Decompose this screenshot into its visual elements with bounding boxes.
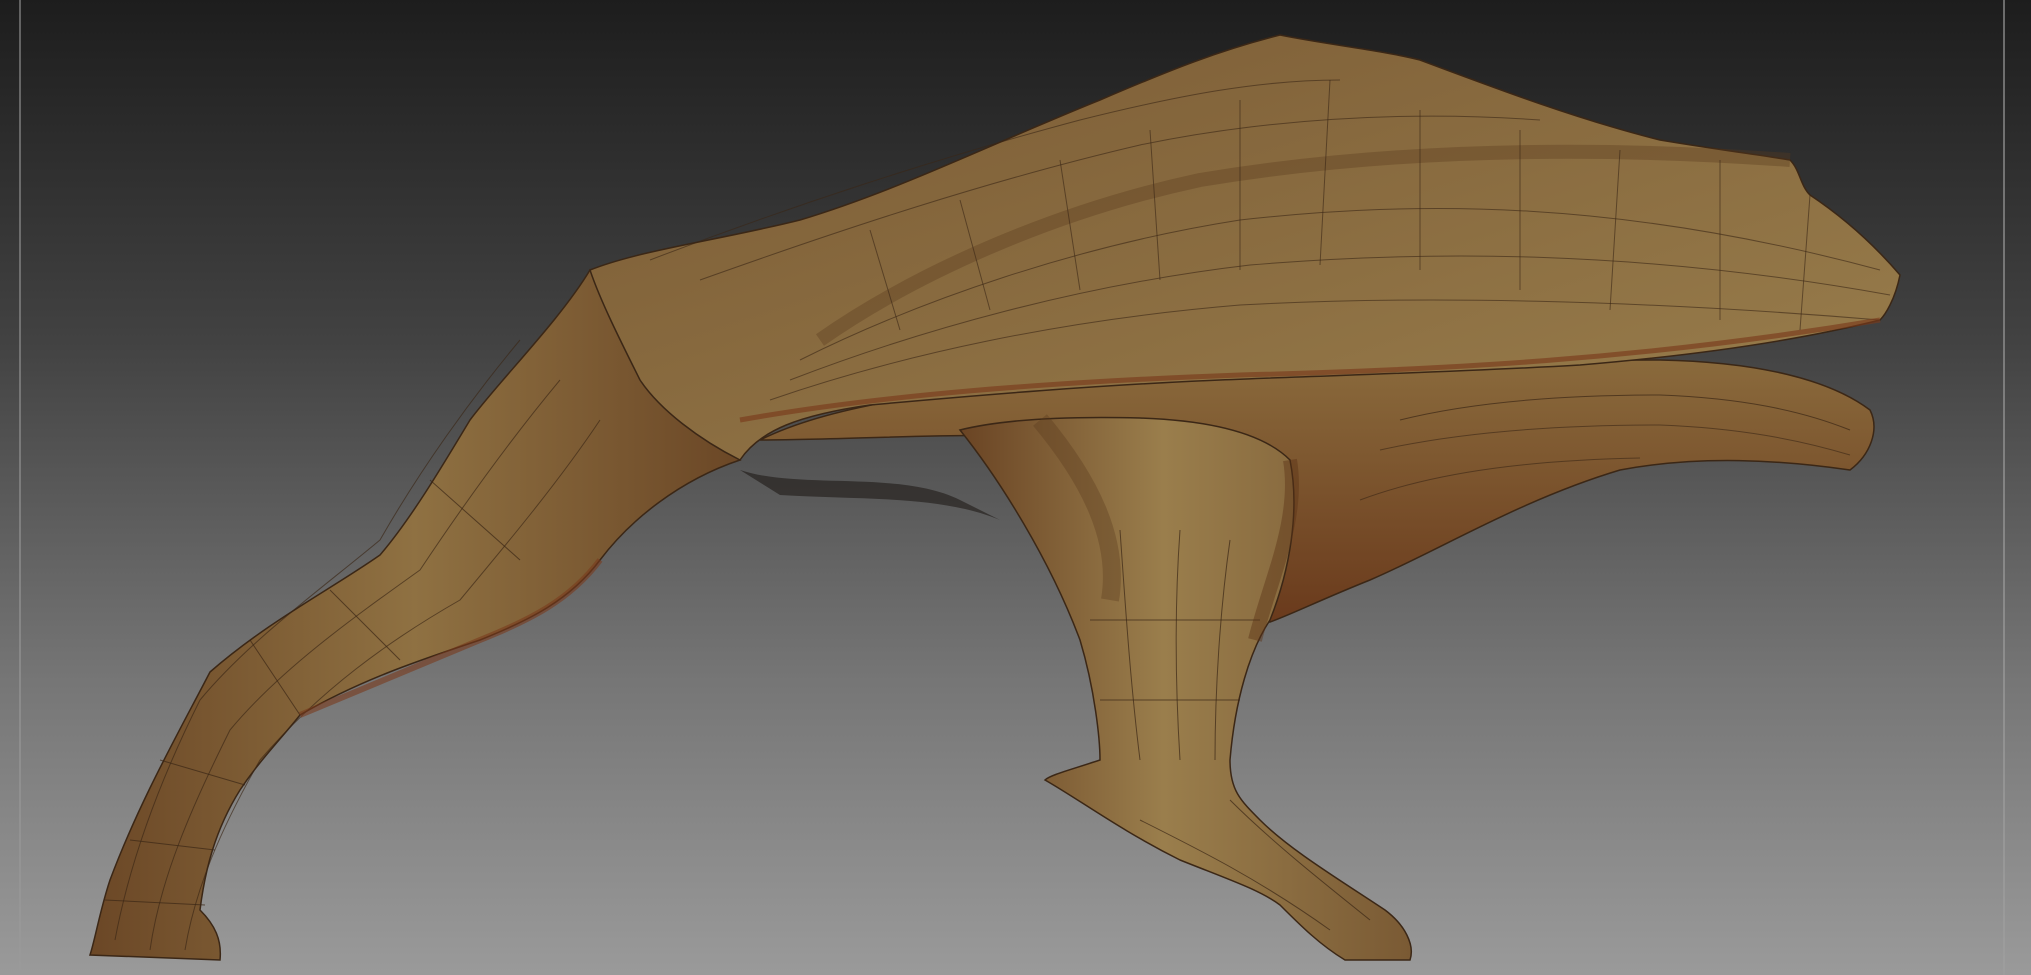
3d-viewport[interactable] bbox=[0, 0, 2031, 975]
mesh-cast-shadow bbox=[740, 470, 1000, 520]
creature-mesh-model[interactable] bbox=[0, 0, 2031, 975]
